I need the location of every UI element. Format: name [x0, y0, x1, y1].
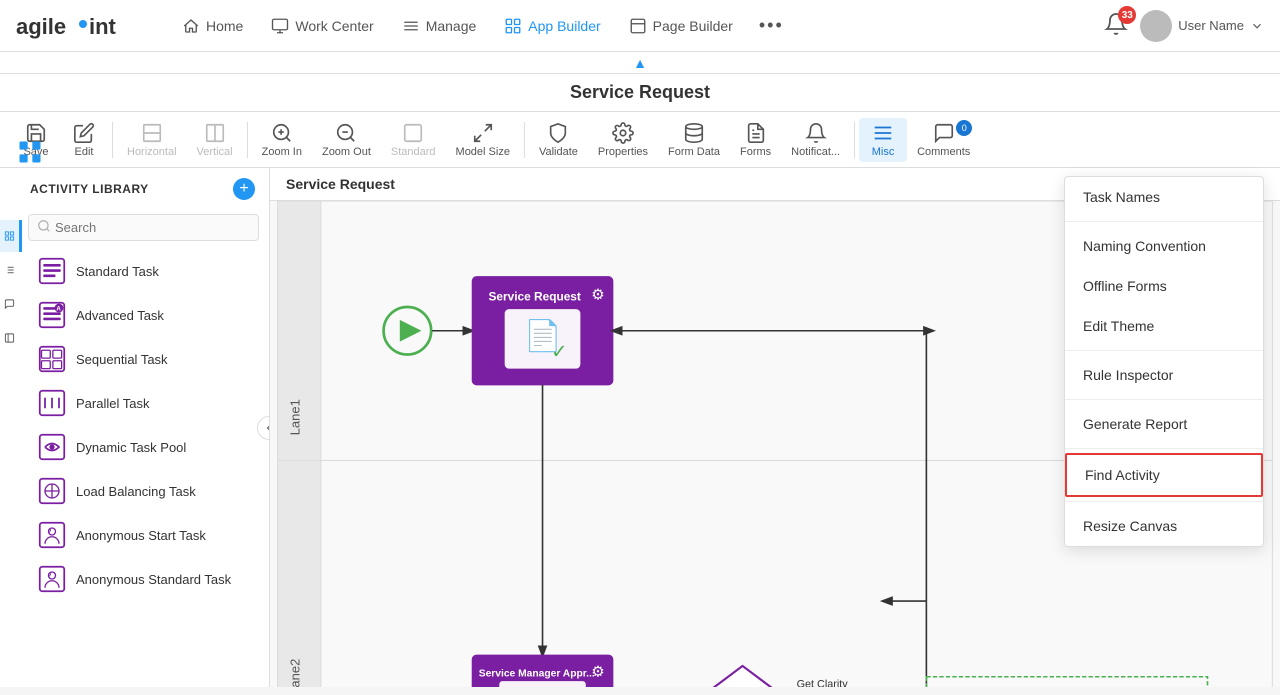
grid-icon[interactable] — [16, 138, 44, 169]
svg-text:Service Request: Service Request — [488, 289, 580, 303]
collapse-panel-button[interactable]: ▲ — [633, 55, 647, 71]
dropdown-divider-5 — [1065, 501, 1263, 502]
page-title-row: Service Request — [0, 74, 1280, 112]
dropdown-divider-3 — [1065, 399, 1263, 400]
dropdown-item-find-activity[interactable]: Find Activity — [1065, 453, 1263, 497]
nav-page-builder[interactable]: Page Builder — [617, 11, 745, 41]
top-nav: agile int Home Work Center Manage App Bu… — [0, 0, 1280, 52]
dynamic-task-icon — [38, 433, 66, 461]
dropdown-divider-1 — [1065, 221, 1263, 222]
svg-text:A: A — [56, 306, 61, 313]
search-icon — [37, 219, 51, 236]
list-item[interactable]: Parallel Task — [28, 381, 269, 425]
misc-button[interactable]: Misc — [859, 118, 907, 162]
nav-right: 33 User Name — [1104, 10, 1264, 42]
nav-items: Home Work Center Manage App Builder Page… — [170, 9, 1096, 42]
form-data-button[interactable]: Form Data — [658, 118, 730, 162]
vertical-button[interactable]: Vertical — [187, 118, 243, 162]
sequential-task-icon — [38, 345, 66, 373]
nav-app-builder[interactable]: App Builder — [492, 11, 612, 41]
toolbar-divider-4 — [854, 122, 855, 158]
forms-button[interactable]: Forms — [730, 118, 781, 162]
nav-work-center[interactable]: Work Center — [259, 11, 385, 41]
svg-text:⚙: ⚙ — [591, 286, 605, 303]
svg-text:int: int — [89, 14, 117, 39]
parallel-task-icon — [38, 389, 66, 417]
standard-button[interactable]: Standard — [381, 118, 446, 162]
anon-start-icon: ? — [38, 521, 66, 549]
notifications-button[interactable]: Notificat... — [781, 118, 850, 162]
dropdown-item-generate-report[interactable]: Generate Report — [1065, 404, 1263, 444]
search-input[interactable] — [55, 220, 250, 235]
dropdown-item-task-names[interactable]: Task Names — [1065, 177, 1263, 217]
toolbar-divider-3 — [524, 122, 525, 158]
toolbar: Save Edit Horizontal Vertical Zoom In Zo… — [0, 112, 1280, 168]
svg-text:?: ? — [48, 572, 52, 579]
advanced-task-icon: A — [38, 301, 66, 329]
main-content: ACTIVITY LIBRARY + Standard Task — [0, 168, 1280, 687]
sidebar-icon-list[interactable] — [0, 254, 22, 286]
nav-manage[interactable]: Manage — [390, 11, 489, 41]
dropdown-item-resize-canvas[interactable]: Resize Canvas — [1065, 506, 1263, 546]
user-name: User Name — [1178, 18, 1244, 33]
comments-badge: 0 — [956, 120, 972, 136]
list-item[interactable]: A Advanced Task — [28, 293, 269, 337]
nav-more[interactable]: ••• — [749, 9, 794, 42]
list-item[interactable]: Standard Task — [28, 249, 269, 293]
logo[interactable]: agile int — [16, 10, 146, 42]
svg-text:✓: ✓ — [551, 341, 567, 363]
nav-home[interactable]: Home — [170, 11, 255, 41]
svg-text:Lane2: Lane2 — [287, 659, 302, 687]
activity-sidebar: ACTIVITY LIBRARY + Standard Task — [0, 168, 270, 687]
chevron-row: ▲ — [0, 52, 1280, 74]
dropdown-item-offline-forms[interactable]: Offline Forms — [1065, 266, 1263, 306]
dropdown-divider-4 — [1065, 448, 1263, 449]
page-title: Service Request — [570, 82, 710, 103]
svg-text:Service Manager Appr...: Service Manager Appr... — [479, 669, 595, 680]
comments-button[interactable]: 0 Comments — [907, 118, 980, 162]
sidebar-icon-group — [0, 220, 22, 354]
load-balancing-icon — [38, 477, 66, 505]
list-item[interactable]: Dynamic Task Pool — [28, 425, 269, 469]
edit-button[interactable]: Edit — [60, 118, 108, 162]
search-box — [28, 214, 259, 241]
activity-library-title: ACTIVITY LIBRARY — [30, 182, 149, 196]
list-item[interactable]: Load Balancing Task — [28, 469, 269, 513]
dropdown-item-edit-theme[interactable]: Edit Theme — [1065, 306, 1263, 346]
user-menu[interactable]: User Name — [1140, 10, 1264, 42]
toolbar-divider-2 — [247, 122, 248, 158]
activity-list: Standard Task A Advanced Task — [0, 249, 269, 687]
model-size-button[interactable]: Model Size — [446, 118, 520, 162]
list-item[interactable]: ? Anonymous Start Task — [28, 513, 269, 557]
zoom-out-button[interactable]: Zoom Out — [312, 118, 381, 162]
sidebar-icon-comment[interactable] — [0, 288, 22, 320]
sidebar-icon-library[interactable] — [0, 220, 22, 252]
properties-button[interactable]: Properties — [588, 118, 658, 162]
svg-text:agile: agile — [16, 14, 66, 39]
misc-dropdown: Task Names Naming Convention Offline For… — [1064, 176, 1264, 547]
svg-text:?: ? — [48, 528, 52, 535]
sidebar-icon-tag[interactable] — [0, 322, 22, 354]
list-item[interactable]: Sequential Task — [28, 337, 269, 381]
add-activity-button[interactable]: + — [233, 178, 255, 200]
dropdown-item-naming-convention[interactable]: Naming Convention — [1065, 226, 1263, 266]
avatar — [1140, 10, 1172, 42]
standard-task-icon — [38, 257, 66, 285]
sidebar-header: ACTIVITY LIBRARY + — [0, 168, 269, 210]
svg-text:Get Clarity: Get Clarity — [797, 679, 849, 687]
anon-standard-icon: ? — [38, 565, 66, 593]
dropdown-item-rule-inspector[interactable]: Rule Inspector — [1065, 355, 1263, 395]
list-item[interactable]: ? Anonymous Standard Task — [28, 557, 269, 601]
toolbar-divider-1 — [112, 122, 113, 158]
chevron-down-icon — [1250, 19, 1264, 33]
dropdown-divider-2 — [1065, 350, 1263, 351]
horizontal-button[interactable]: Horizontal — [117, 118, 187, 162]
validate-button[interactable]: Validate — [529, 118, 588, 162]
zoom-in-button[interactable]: Zoom In — [252, 118, 312, 162]
svg-text:⚙: ⚙ — [591, 664, 605, 681]
notification-badge: 33 — [1118, 6, 1136, 24]
svg-text:Lane1: Lane1 — [287, 399, 302, 435]
notification-button[interactable]: 33 — [1104, 12, 1128, 39]
